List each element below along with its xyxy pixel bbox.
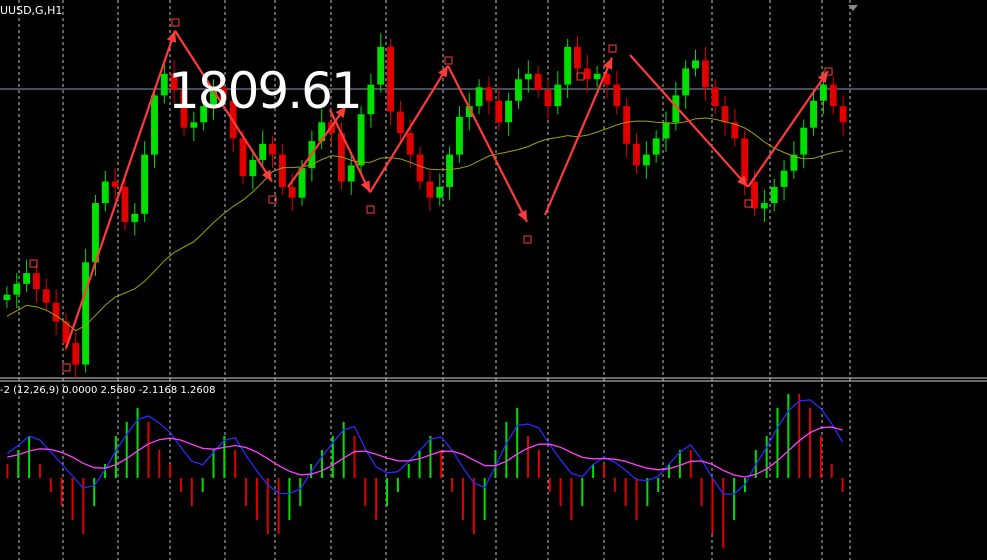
candle-body <box>160 73 168 96</box>
candle-body <box>141 154 149 214</box>
candle-body <box>151 95 158 155</box>
candle-body <box>593 73 601 80</box>
indicator-name: -2 (12,26,9) <box>0 385 60 396</box>
candle-body <box>455 116 463 155</box>
candle-body <box>760 203 768 209</box>
candle-body <box>446 154 454 187</box>
candle-body <box>652 138 660 155</box>
candle-body <box>259 143 267 160</box>
candle-body <box>613 84 621 107</box>
candle-body <box>288 186 296 198</box>
candle-body <box>436 186 444 198</box>
candle-body <box>426 181 434 198</box>
candle-body <box>416 154 424 182</box>
candle-body <box>72 343 80 365</box>
candle-body <box>367 84 375 115</box>
candle-body <box>721 106 729 123</box>
indicator-value-4: 1.2608 <box>180 385 216 396</box>
candle-body <box>3 294 11 300</box>
candle-body <box>839 106 847 123</box>
candle-body <box>377 46 385 85</box>
candle-body <box>829 84 837 107</box>
candle-body <box>800 127 808 155</box>
price-chart[interactable] <box>0 0 987 560</box>
indicator-label: -2 (12,26,9) 0.0000 2.5680 -2.1168 1.260… <box>0 385 215 396</box>
candle-body <box>780 170 788 187</box>
candle-body <box>269 143 276 155</box>
candle-body <box>32 273 40 290</box>
candle-body <box>121 186 129 222</box>
candle-body <box>475 87 483 107</box>
candle-body <box>574 46 581 69</box>
candle-body <box>534 73 542 90</box>
candle-body <box>101 181 109 204</box>
candle-body <box>524 73 532 80</box>
candle-body <box>810 100 818 128</box>
candle-body <box>633 143 640 166</box>
candle-body <box>505 100 513 123</box>
candle-body <box>692 60 699 69</box>
candle-body <box>485 87 493 101</box>
candle-body <box>111 181 119 187</box>
candle-body <box>190 122 198 128</box>
candle-body <box>239 138 247 177</box>
candle-body <box>42 289 50 303</box>
symbol-label: UUSD,G,H1 <box>0 4 63 17</box>
candle-body <box>278 154 286 187</box>
candle-body <box>357 114 365 166</box>
candle-body <box>495 100 503 123</box>
candle-body <box>347 165 355 182</box>
candle-body <box>711 87 719 107</box>
indicator-value-1: 0.0000 <box>62 385 98 396</box>
candle-body <box>396 111 404 134</box>
candle-body <box>82 262 90 365</box>
candle-body <box>819 84 827 101</box>
candle-body <box>131 213 139 222</box>
candle-body <box>544 90 552 107</box>
big-price-overlay: 1809.61 <box>168 62 363 120</box>
candle-body <box>662 122 670 139</box>
candle-body <box>554 84 562 107</box>
candle-body <box>701 60 709 88</box>
candle-body <box>406 133 414 155</box>
candle-body <box>623 106 631 144</box>
candle-body <box>52 302 60 322</box>
candle-body <box>387 46 395 112</box>
candle-body <box>770 186 778 204</box>
candle-body <box>23 273 31 284</box>
candle-body <box>642 154 650 166</box>
candle-body <box>583 68 591 80</box>
candle-body <box>249 160 257 177</box>
candle-body <box>515 79 522 101</box>
candle-body <box>13 283 21 295</box>
candle-body <box>564 46 572 85</box>
indicator-value-3: -2.1168 <box>138 385 178 396</box>
candle-body <box>682 68 690 96</box>
candle-body <box>741 138 749 182</box>
indicator-value-2: 2.5680 <box>100 385 136 396</box>
